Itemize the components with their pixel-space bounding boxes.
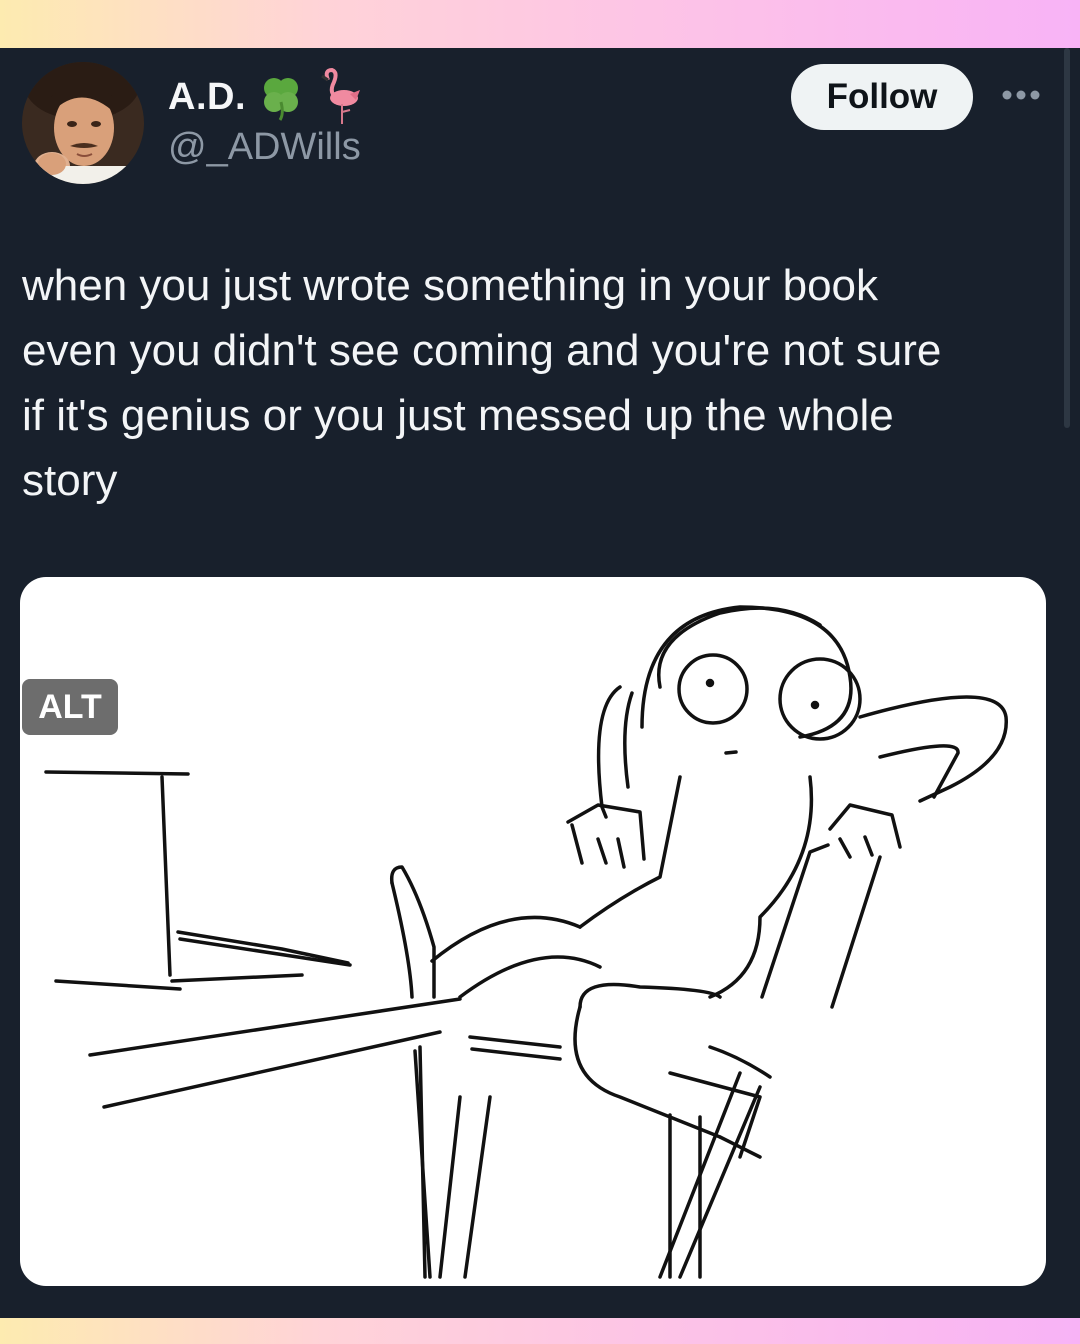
post-card: A.D. @_ADWills Follow when you just wrot…: [0, 48, 1080, 1318]
alt-badge[interactable]: ALT: [22, 679, 118, 735]
more-options-icon[interactable]: [1000, 88, 1042, 107]
gradient-frame-top: [0, 0, 1080, 48]
sketch-illustration: [44, 605, 1008, 1279]
avatar[interactable]: [22, 62, 144, 184]
handle[interactable]: @_ADWills: [168, 126, 361, 169]
flamingo-icon: [316, 67, 362, 131]
post-image[interactable]: [20, 577, 1046, 1286]
follow-button[interactable]: Follow: [791, 64, 973, 130]
display-name[interactable]: A.D.: [168, 76, 246, 119]
gradient-frame-bottom: [0, 1318, 1080, 1344]
scrollbar[interactable]: [1064, 48, 1070, 428]
clover-icon: [256, 72, 306, 127]
post-text: when you just wrote something in your bo…: [22, 261, 942, 505]
